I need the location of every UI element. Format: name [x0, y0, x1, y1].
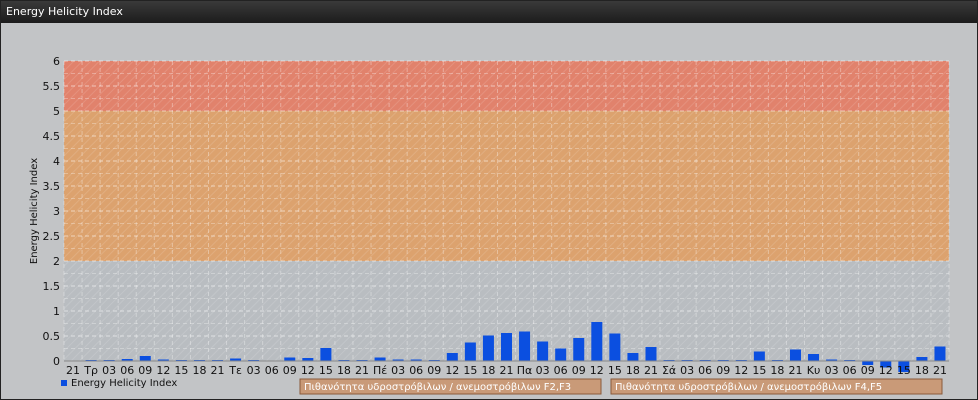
bar-Κυ-41 — [808, 354, 820, 361]
y-tick-label: 5.5 — [43, 80, 61, 93]
x-tick-label: 12 — [301, 364, 315, 377]
x-tick-label: 15 — [174, 364, 188, 377]
x-tick-label: 18 — [770, 364, 784, 377]
x-tick-label: 15 — [752, 364, 766, 377]
x-tick-label: 12 — [445, 364, 459, 377]
bar-18-47 — [916, 357, 928, 361]
y-tick-label: 5 — [53, 105, 60, 118]
y-tick-label: 2.5 — [43, 230, 61, 243]
x-tick-label: 09 — [716, 364, 730, 377]
x-tick-label: 18 — [192, 364, 206, 377]
ehi-bar-chart: 0 0.5 1 1.5 2 2.5 3 3.5 4 4.5 5 5.5 6 Energy Helicity… — [29, 55, 950, 395]
legend-band-label-0: Πιθανότητα υδροστρόβιλων / ανεμοστρόβιλω… — [304, 381, 571, 393]
x-tick-label: 06 — [698, 364, 712, 377]
y-tick-label: 3.5 — [43, 180, 61, 193]
y-tick-label: 4 — [53, 155, 60, 168]
y-tick-label: 1 — [53, 305, 60, 318]
x-tick-label: 09 — [572, 364, 586, 377]
bar-21-40 — [789, 349, 801, 361]
bar-09-4 — [139, 356, 151, 361]
x-tick-label: 21 — [788, 364, 802, 377]
x-tick-label: Κυ — [807, 364, 821, 377]
x-tick-label: 06 — [409, 364, 423, 377]
x-tick-label: 12 — [734, 364, 748, 377]
window-title: Energy Helicity Index — [1, 1, 977, 23]
bar-15-22 — [464, 342, 476, 361]
y-tick-label: 1.5 — [43, 280, 61, 293]
x-tick-label: 09 — [138, 364, 152, 377]
bar-03-26 — [537, 341, 549, 361]
bar-21-32 — [645, 347, 657, 361]
bar-21-24 — [501, 333, 512, 361]
legend-series-label: Energy Helicity Index — [71, 378, 177, 389]
x-tick-label: 06 — [120, 364, 134, 377]
bar-12-21 — [446, 353, 458, 361]
bar-09-28 — [573, 338, 585, 361]
x-tick-label: 09 — [861, 364, 875, 377]
x-tick-label: 03 — [536, 364, 550, 377]
x-tick-label: 03 — [247, 364, 261, 377]
x-tick-label: 03 — [102, 364, 116, 377]
y-tick-label: 3 — [53, 205, 60, 218]
bar-Πέ-17 — [374, 357, 386, 361]
x-tick-label: Πα — [517, 364, 533, 377]
bar-15-38 — [753, 351, 765, 361]
x-tick-label: 12 — [590, 364, 604, 377]
bar-18-23 — [482, 335, 494, 361]
bar-21-48 — [934, 346, 946, 361]
x-tick-label: 12 — [156, 364, 170, 377]
x-tick-label: 09 — [283, 364, 297, 377]
x-tick-label: 21 — [500, 364, 514, 377]
bar-12-29 — [591, 322, 603, 361]
bar-06-27 — [555, 348, 567, 361]
y-tick-label: 2 — [53, 255, 60, 268]
legend-series-marker — [61, 380, 67, 386]
x-tick-label: 03 — [825, 364, 839, 377]
x-tick-label: 03 — [391, 364, 405, 377]
x-tick-label: 09 — [427, 364, 441, 377]
x-tick-label: 21 — [66, 364, 80, 377]
x-tick-label: 21 — [644, 364, 658, 377]
y-tick-label: 0.5 — [43, 330, 61, 343]
x-tick-label: 18 — [481, 364, 495, 377]
x-tick-label: Πέ — [373, 364, 387, 377]
x-tick-label: 06 — [554, 364, 568, 377]
bar-15-14 — [320, 348, 332, 361]
x-tick-label: 15 — [319, 364, 333, 377]
x-tick-label: Τρ — [83, 364, 98, 377]
chart-window: Energy Helicity Index 0 0.5 1 1.5 2 2.5 3 3.5 4 4… — [0, 0, 978, 400]
x-tick-label: Σά — [662, 364, 676, 377]
x-tick-label: 18 — [626, 364, 640, 377]
legend-band-label-1: Πιθανότητα υδροστρόβιλων / ανεμοστρόβιλω… — [615, 381, 882, 393]
x-tick-label: 21 — [933, 364, 947, 377]
bar-Πα-25 — [519, 331, 531, 361]
x-tick-label: 15 — [608, 364, 622, 377]
y-tick-label: 4.5 — [43, 130, 61, 143]
x-tick-label: 21 — [355, 364, 369, 377]
bar-09-12 — [284, 357, 296, 361]
x-tick-label: 06 — [843, 364, 857, 377]
x-tick-label: 03 — [680, 364, 694, 377]
x-tick-label: 15 — [463, 364, 477, 377]
y-tick-label: 0 — [53, 355, 60, 368]
x-tick-label: 06 — [265, 364, 279, 377]
x-tick-label: 21 — [211, 364, 225, 377]
x-tick-label: 18 — [337, 364, 351, 377]
bar-15-30 — [609, 333, 621, 361]
bar-18-31 — [627, 353, 639, 361]
y-tick-label: 6 — [53, 55, 60, 68]
x-tick-label: Τε — [228, 364, 242, 377]
x-tick-label: 15 — [897, 364, 911, 377]
y-axis-title: Energy Helicity Index — [29, 158, 40, 264]
x-tick-label: 18 — [915, 364, 929, 377]
x-tick-label: 12 — [879, 364, 893, 377]
